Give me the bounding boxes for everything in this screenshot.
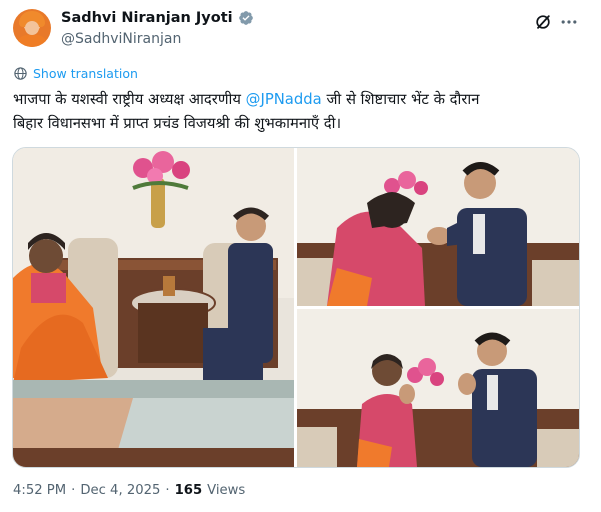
- more-horizontal-icon[interactable]: [559, 12, 579, 32]
- tweet-text: भाजपा के यशस्वी राष्ट्रीय अध्यक्ष आदरणीय…: [13, 88, 583, 136]
- footer-separator: ·: [71, 483, 76, 498]
- photo-3-image: [297, 309, 579, 467]
- tweet-footer: 4:52 PM · Dec 4, 2025 · 165 Views: [13, 483, 245, 498]
- tweet-date[interactable]: Dec 4, 2025: [80, 483, 160, 498]
- tweet-text-part2: जी से शिष्टाचार भेंट के दौरान: [321, 91, 480, 108]
- author-avatar[interactable]: [13, 9, 51, 47]
- globe-icon: [14, 67, 27, 80]
- show-translation-row[interactable]: Show translation: [13, 66, 138, 81]
- author-name-row: Sadhvi Niranjan Jyoti: [61, 10, 254, 26]
- grok-icon[interactable]: [533, 12, 553, 32]
- views-label: Views: [207, 483, 246, 498]
- avatar-face: [25, 21, 39, 35]
- avatar-robe: [17, 35, 47, 47]
- mention-link[interactable]: @JPNadda: [246, 91, 322, 108]
- tweet-photo-1[interactable]: [13, 148, 294, 467]
- photo-2-image: [297, 148, 579, 306]
- verified-badge-icon: [238, 11, 253, 25]
- photo-1-image: [13, 148, 294, 467]
- views-count: 165: [174, 483, 203, 498]
- tweet-time[interactable]: 4:52 PM: [13, 483, 66, 498]
- show-translation-link[interactable]: Show translation: [33, 66, 138, 81]
- tweet-photo-3[interactable]: [297, 309, 579, 467]
- footer-separator-2: ·: [165, 483, 170, 498]
- media-grid: [12, 147, 580, 468]
- author-handle[interactable]: @SadhviNiranjan: [61, 31, 181, 47]
- tweet-photo-2[interactable]: [297, 148, 579, 306]
- tweet-text-line2: बिहार विधानसभा में प्राप्त प्रचंड विजयश्…: [13, 115, 342, 132]
- author-display-name[interactable]: Sadhvi Niranjan Jyoti: [61, 10, 233, 26]
- tweet-text-part1: भाजपा के यशस्वी राष्ट्रीय अध्यक्ष आदरणीय: [13, 91, 246, 108]
